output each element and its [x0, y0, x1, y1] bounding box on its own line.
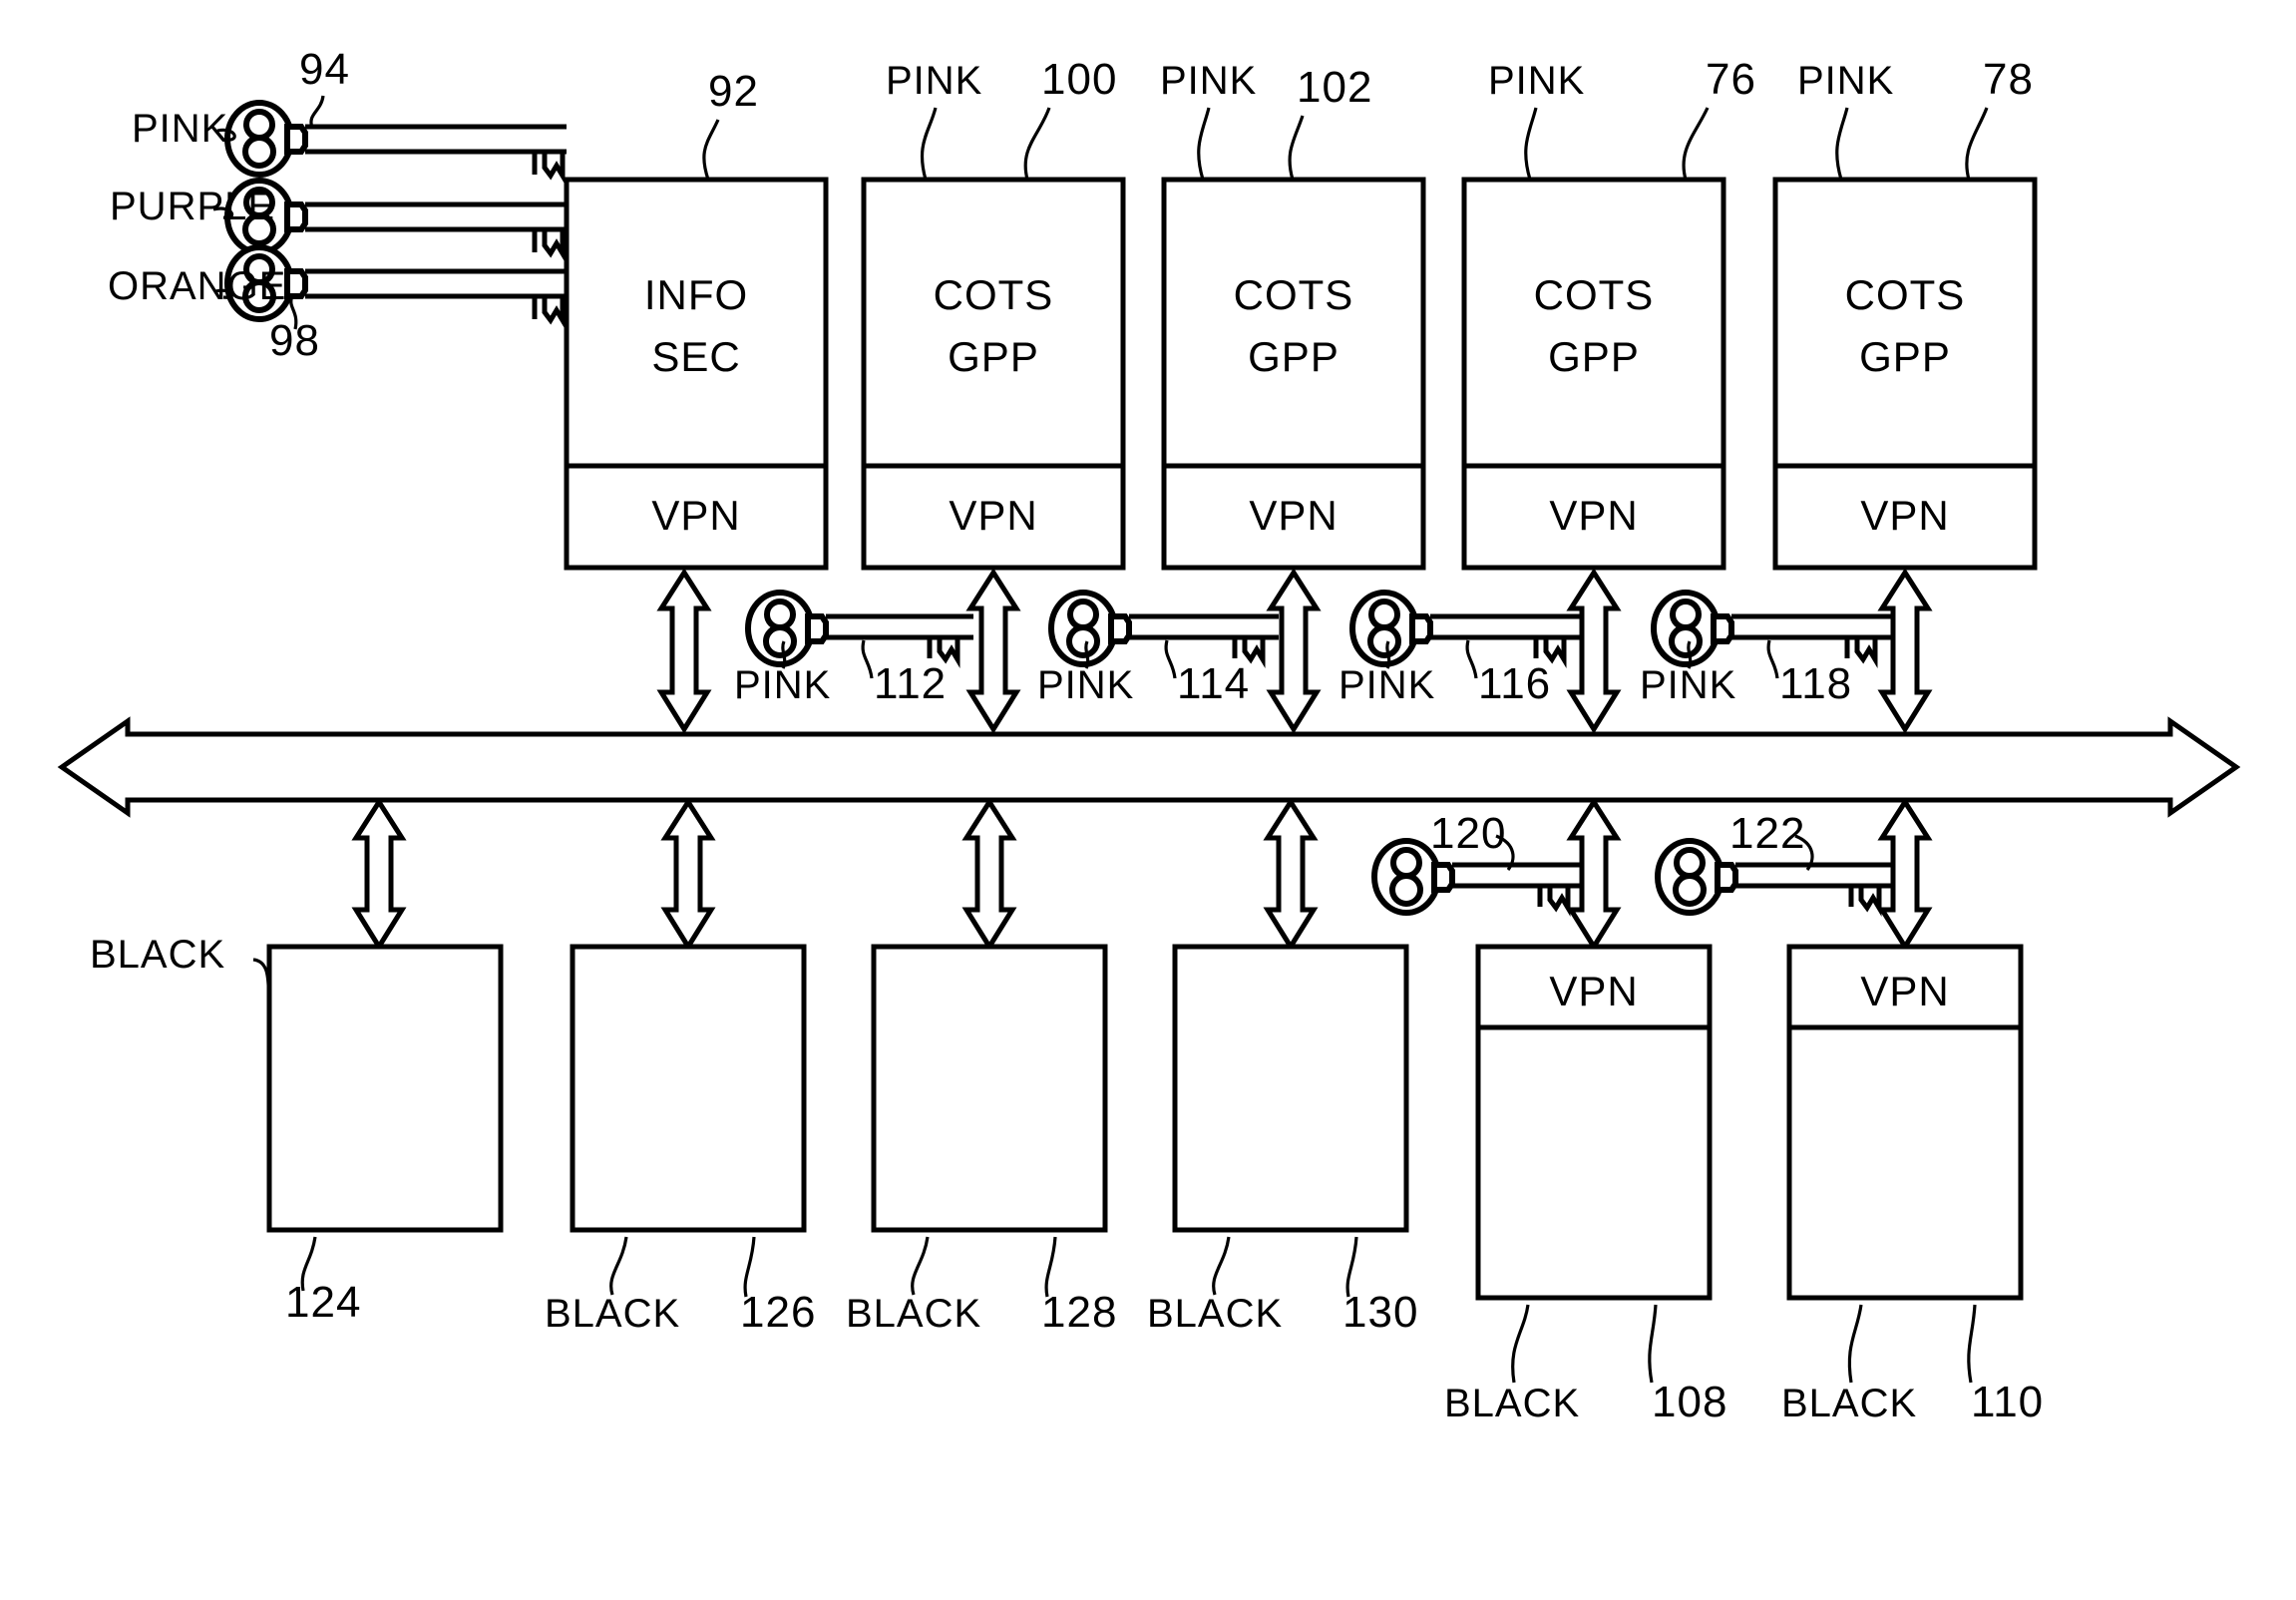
ref-76: 76: [1706, 55, 1756, 104]
color-label-black-128: BLACK: [846, 1292, 981, 1336]
system-bus[interactable]: [57, 716, 2241, 818]
box-cots-gpp-78[interactable]: COTS GPP VPN: [1772, 177, 2038, 571]
color-label-pink-102: PINK: [1160, 59, 1257, 103]
vertical-bus-arrow-76: [1566, 568, 1622, 734]
vertical-bus-arrow-78: [1877, 568, 1933, 734]
color-label-black-130: BLACK: [1147, 1292, 1283, 1336]
box-cots-gpp-76-vpn: VPN: [1549, 492, 1638, 539]
ref-94: 94: [299, 45, 350, 94]
vertical-bus-arrow-108: [1566, 797, 1622, 952]
bus-key-116-color-label: PINK: [1339, 663, 1435, 707]
vertical-bus-arrow-info-sec: [656, 568, 712, 734]
ref-122: 122: [1729, 809, 1805, 858]
box-cots-gpp-102-vpn: VPN: [1249, 492, 1338, 539]
box-cots-gpp-100[interactable]: COTS GPP VPN: [861, 177, 1126, 571]
box-cots-gpp-78-vpn: VPN: [1860, 492, 1949, 539]
patent-figure-canvas: PINK 94 PURPLE ORANGE 98 96 INFO SEC VPN…: [0, 0, 2296, 1600]
input-key-pink-label: PINK: [132, 107, 228, 151]
ref-126: 126: [740, 1288, 816, 1337]
box-info-sec-line2: SEC: [651, 333, 740, 380]
input-key-pink[interactable]: [227, 103, 567, 186]
bus-key-114-color-label: PINK: [1037, 663, 1134, 707]
box-black-110-vpn: VPN: [1860, 968, 1949, 1014]
box-cots-gpp-100-line2: GPP: [948, 333, 1039, 380]
ref-120: 120: [1430, 809, 1506, 858]
box-black-126[interactable]: [570, 944, 807, 1233]
box-cots-gpp-76[interactable]: COTS GPP VPN: [1461, 177, 1726, 571]
color-label-black-124: BLACK: [90, 933, 225, 977]
vertical-bus-arrow-126: [660, 797, 716, 952]
ref-116: 116: [1478, 659, 1551, 708]
box-cots-gpp-76-line2: GPP: [1548, 333, 1640, 380]
box-black-110[interactable]: VPN: [1786, 944, 2024, 1301]
box-black-128[interactable]: [871, 944, 1108, 1233]
box-info-sec[interactable]: INFO SEC VPN: [564, 177, 829, 571]
input-key-purple[interactable]: [227, 181, 567, 263]
ref-92: 92: [708, 67, 759, 116]
ref-124: 124: [285, 1278, 361, 1327]
ref-130: 130: [1342, 1288, 1418, 1337]
ref-102: 102: [1297, 63, 1372, 112]
color-label-pink-78: PINK: [1797, 59, 1894, 103]
vertical-bus-arrow-128: [961, 797, 1017, 952]
vertical-bus-arrow-124: [351, 797, 407, 952]
ref-110: 110: [1971, 1378, 2044, 1426]
vertical-bus-arrow-130: [1263, 797, 1319, 952]
color-label-black-126: BLACK: [545, 1292, 680, 1336]
color-label-pink-100: PINK: [886, 59, 982, 103]
input-key-orange-label: ORANGE: [108, 264, 286, 308]
box-cots-gpp-102-line1: COTS: [1234, 271, 1354, 318]
vertical-bus-arrow-102: [1266, 568, 1322, 734]
box-cots-gpp-102[interactable]: COTS GPP VPN: [1161, 177, 1426, 571]
ref-108: 108: [1652, 1378, 1727, 1426]
bus-key-118-color-label: PINK: [1640, 663, 1736, 707]
box-black-130[interactable]: [1172, 944, 1409, 1233]
ref-118: 118: [1779, 659, 1852, 708]
box-cots-gpp-100-line1: COTS: [934, 271, 1054, 318]
box-black-124[interactable]: [266, 944, 504, 1233]
input-key-purple-label: PURPLE: [110, 185, 275, 228]
box-info-sec-vpn: VPN: [651, 492, 740, 539]
box-cots-gpp-102-line2: GPP: [1248, 333, 1339, 380]
ref-78: 78: [1983, 55, 2034, 104]
box-info-sec-line1: INFO: [644, 271, 748, 318]
color-label-pink-76: PINK: [1488, 59, 1585, 103]
box-cots-gpp-78-line2: GPP: [1859, 333, 1951, 380]
vertical-bus-arrow-110: [1877, 797, 1933, 952]
color-label-black-108: BLACK: [1444, 1382, 1580, 1425]
box-black-108-vpn: VPN: [1549, 968, 1638, 1014]
bus-key-112[interactable]: [748, 593, 973, 669]
box-black-108[interactable]: VPN: [1475, 944, 1713, 1301]
ref-100: 100: [1041, 55, 1117, 104]
box-cots-gpp-78-line1: COTS: [1845, 271, 1966, 318]
bus-key-112-color-label: PINK: [734, 663, 831, 707]
ref-114: 114: [1177, 659, 1250, 708]
ref-112: 112: [874, 659, 947, 708]
box-cots-gpp-100-vpn: VPN: [949, 492, 1037, 539]
vertical-bus-arrow-100: [965, 568, 1021, 734]
box-cots-gpp-76-line1: COTS: [1534, 271, 1655, 318]
color-label-black-110: BLACK: [1781, 1382, 1917, 1425]
ref-128: 128: [1041, 1288, 1117, 1337]
